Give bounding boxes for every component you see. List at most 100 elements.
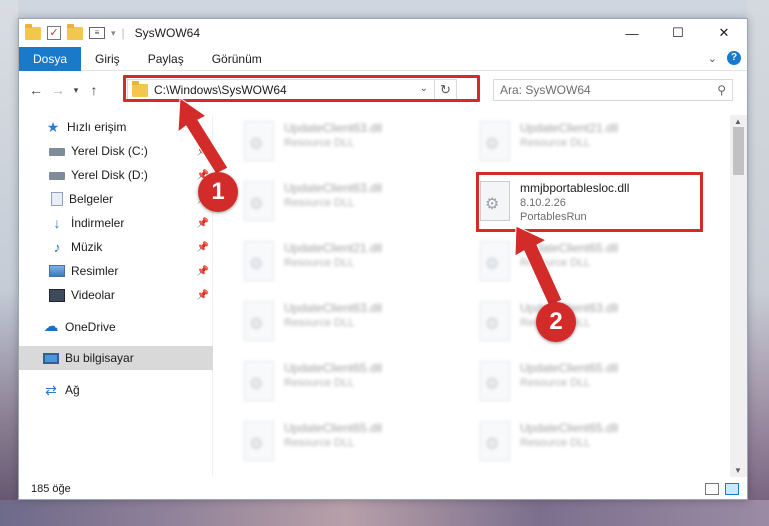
sidebar-item-onedrive[interactable]: ☁ OneDrive [19,315,213,339]
forward-arrow-icon: → [51,82,65,98]
star-icon: ★ [46,119,60,135]
pin-icon[interactable]: 📌 [197,146,209,157]
dll-file-icon [244,121,274,161]
status-bar: 185 öğe [19,477,747,499]
pin-icon[interactable]: 📌 [197,266,209,277]
address-highlight-box [123,75,480,102]
sidebar-item-pictures[interactable]: Resimler 📌 [19,259,213,283]
sidebar-item-local-disk-d[interactable]: Yerel Disk (D:) 📌 [19,163,213,187]
list-item[interactable]: UpdateClient63.dllResource DLL [480,299,700,347]
dll-file-icon [480,361,510,401]
list-item[interactable]: UpdateClient21.dllResource DLL [244,239,464,287]
list-item[interactable]: UpdateClient65.dllResource DLL [480,419,700,467]
sidebar-item-label: OneDrive [65,320,116,334]
list-item[interactable]: UpdateClient63.dllResource DLL [244,179,464,227]
search-icon[interactable]: ⚲ [717,83,726,97]
cloud-icon: ☁ [43,318,59,335]
sidebar-item-this-pc[interactable]: Bu bilgisayar [19,346,213,370]
item-count: 185 öğe [31,483,71,495]
drive-icon [49,148,65,156]
download-icon: ↓ [53,215,61,231]
back-button[interactable]: ← [25,82,47,98]
close-button[interactable]: ✕ [701,19,747,47]
chevron-down-icon: ▾ [73,84,79,95]
ribbon-right-controls: ⌄ ? [708,51,741,65]
pin-icon[interactable]: 📌 [197,218,209,229]
list-item[interactable]: UpdateClient21.dllResource DLL [480,119,700,167]
maximize-button[interactable]: ☐ [655,19,701,47]
dll-file-icon [244,421,274,461]
file-list: UpdateClient63.dllResource DLL UpdateCli… [214,115,726,477]
view-switcher [705,483,739,495]
properties-check-icon[interactable]: ✓ [47,26,61,40]
folder-icon [25,23,41,40]
details-view-icon[interactable] [705,483,719,495]
dll-file-icon [480,121,510,161]
list-item[interactable]: UpdateClient63.dllResource DLL [244,299,464,347]
sidebar-item-local-disk-c[interactable]: Yerel Disk (C:) 📌 [19,139,213,163]
minimize-button[interactable]: — [609,19,655,47]
pin-icon[interactable]: 📌 [197,242,209,253]
back-arrow-icon: ← [29,82,43,98]
help-icon[interactable]: ? [727,51,741,65]
recent-locations-button[interactable]: ▾ [69,85,83,96]
toolbar-divider: | [121,26,125,40]
tab-share[interactable]: Paylaş [134,47,198,71]
list-item[interactable]: UpdateClient65.dllResource DLL [480,239,700,287]
scroll-thumb[interactable] [733,127,744,175]
list-item[interactable]: UpdateClient65.dllResource DLL [244,359,464,407]
title-bar: ✓ ≡ ▾ | SysWOW64 — ☐ ✕ [19,19,747,47]
list-item[interactable]: UpdateClient65.dllResource DLL [244,419,464,467]
dll-file-icon [480,241,510,281]
minimize-icon: — [625,25,639,41]
navigation-pane: ★ Hızlı erişim Yerel Disk (C:) 📌 Yerel D… [19,115,213,477]
scroll-down-icon[interactable]: ▼ [734,466,742,475]
tab-view[interactable]: Görünüm [198,47,276,71]
desktop-background-right [747,0,769,526]
large-icons-view-icon[interactable] [725,483,739,495]
expand-ribbon-chevron-icon[interactable]: ⌄ [708,52,717,65]
sidebar-item-label: Bu bilgisayar [65,351,134,365]
search-box[interactable]: Ara: SysWOW64 ⚲ [493,79,733,101]
quick-access-toolbar: ✓ ≡ ▾ | [25,23,125,40]
tab-file[interactable]: Dosya [19,46,82,71]
sidebar-item-documents[interactable]: Belgeler 📌 [19,187,213,211]
navigation-bar: ← → ▾ ↑ C:\Windows\SysWOW64 ⌄ ↻ Ara: Sys… [19,71,747,109]
sidebar-item-network[interactable]: ⇄ Ağ [19,378,213,402]
close-icon: ✕ [718,25,730,40]
list-item[interactable]: UpdateClient63.dllResource DLL [244,119,464,167]
maximize-icon: ☐ [672,25,684,40]
new-folder-icon[interactable] [67,23,83,40]
scroll-up-icon[interactable]: ▲ [734,117,742,126]
documents-icon [51,192,63,206]
list-item[interactable]: UpdateClient65.dllResource DLL [480,359,700,407]
view-options-icon[interactable]: ≡ [89,27,105,39]
desktop-background-bottom [0,500,769,526]
sidebar-item-videos[interactable]: Videolar 📌 [19,283,213,307]
sidebar-item-label: Yerel Disk (C:) [71,144,148,158]
customize-toolbar-chevron-icon[interactable]: ▾ [111,28,116,39]
dll-file-icon [480,301,510,341]
step-1-badge: 1 [198,172,238,212]
sidebar-item-quick-access[interactable]: ★ Hızlı erişim [19,115,213,139]
sidebar-item-downloads[interactable]: ↓ İndirmeler 📌 [19,211,213,235]
dll-file-icon [244,301,274,341]
search-input[interactable]: Ara: SysWOW64 [500,83,591,97]
sidebar-item-label: Videolar [71,288,115,302]
forward-button[interactable]: → [47,82,69,98]
step-2-badge: 2 [536,302,576,342]
videos-icon [49,288,65,302]
up-button[interactable]: ↑ [83,82,105,98]
sidebar-item-label: Müzik [71,240,103,254]
tab-home[interactable]: Giriş [81,47,134,71]
dll-file-icon [244,241,274,281]
pin-icon[interactable]: 📌 [197,290,209,301]
network-icon: ⇄ [45,382,57,398]
computer-icon [43,352,59,364]
vertical-scrollbar[interactable]: ▲ ▼ [730,115,747,477]
sidebar-item-label: Ağ [65,383,80,397]
dll-file-icon [244,181,274,221]
window-title: SysWOW64 [134,26,200,40]
sidebar-item-music[interactable]: ♪ Müzik 📌 [19,235,213,259]
explorer-window: ✓ ≡ ▾ | SysWOW64 — ☐ ✕ Dosya Giriş Payla… [18,18,748,500]
